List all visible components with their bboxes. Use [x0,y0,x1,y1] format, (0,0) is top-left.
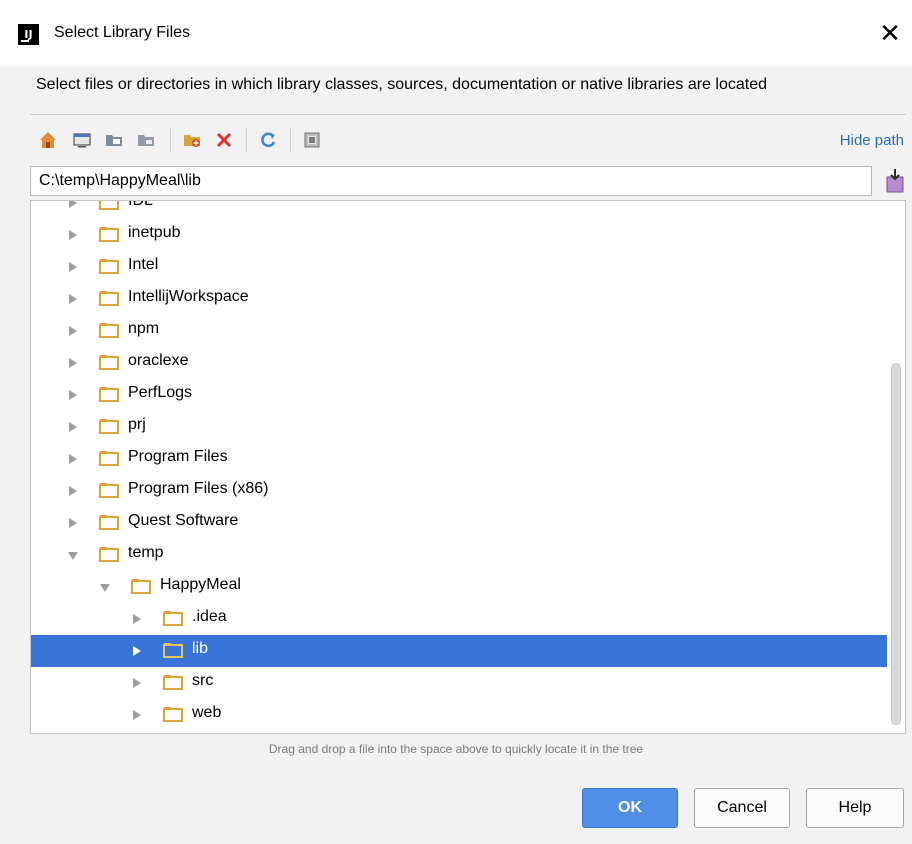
tree-row[interactable]: oraclexe [31,347,887,379]
folder-icon [99,355,119,370]
toolbar-separator [290,128,291,152]
tree-row[interactable]: Program Files [31,443,887,475]
expand-arrow-right-icon[interactable] [69,326,77,336]
project-folder-icon[interactable] [102,128,126,152]
tree-row[interactable]: Intel [31,251,887,283]
tree-item-label: Intel [128,256,159,273]
toolbar-separator [170,128,171,152]
tree-item-label: IntellijWorkspace [128,288,249,305]
show-hidden-icon[interactable] [300,128,324,152]
folder-icon [99,547,119,562]
tree-row[interactable]: IDL [31,200,887,219]
dialog-title: Select Library Files [54,24,191,41]
hide-path-link[interactable]: Hide path [840,132,904,149]
folder-icon [99,323,119,338]
ok-button[interactable]: OK [582,788,678,828]
file-tree[interactable]: IDL inetpub Intel IntellijWorkspace npm oracl… [30,200,906,734]
tree-row[interactable]: PerfLogs [31,379,887,411]
help-button[interactable]: Help [806,788,904,828]
expand-arrow-right-icon[interactable] [133,614,141,624]
expand-arrow-right-icon[interactable] [69,262,77,272]
tree-item-label: PerfLogs [128,384,193,401]
expand-arrow-right-icon[interactable] [69,518,77,528]
intellij-app-icon: IJ [18,24,39,45]
home-icon[interactable] [36,128,60,152]
expand-arrow-right-icon[interactable] [69,358,77,368]
folder-icon [99,201,119,210]
expand-arrow-right-icon[interactable] [69,390,77,400]
expand-arrow-right-icon[interactable] [133,710,141,720]
expand-arrow-right-icon[interactable] [69,230,77,240]
folder-icon [99,515,119,530]
tree-item-label: npm [128,320,160,337]
tree-item-label: Program Files [128,448,228,465]
title-bar: IJ Select Library Files ✕ [0,0,912,66]
folder-icon [99,259,119,274]
tree-row[interactable]: temp [31,539,887,571]
tree-item-label: HappyMeal [160,576,241,593]
expand-arrow-right-icon[interactable] [69,201,77,208]
refresh-icon[interactable] [256,128,280,152]
folder-icon [99,291,119,306]
tree-item-label: web [192,704,222,721]
toolbar-separator [246,128,247,152]
folder-icon [163,611,183,626]
tree-item-label: lib [192,640,209,657]
tree-item-label: IDL [128,200,153,209]
expand-arrow-right-icon[interactable] [69,422,77,432]
dialog-description: Select files or directories in which lib… [36,76,767,93]
expand-arrow-right-icon[interactable] [69,294,77,304]
expand-arrow-right-icon[interactable] [133,646,141,656]
delete-icon[interactable] [212,128,236,152]
tree-row[interactable]: lib [31,635,887,667]
folder-icon [99,419,119,434]
tree-row[interactable]: npm [31,315,887,347]
tree-item-label: Program Files (x86) [128,480,269,497]
tree-row[interactable]: HappyMeal [31,571,887,603]
expand-arrow-right-icon[interactable] [133,678,141,688]
new-folder-icon[interactable] [180,128,204,152]
desktop-icon[interactable] [70,128,94,152]
path-field[interactable] [30,166,872,196]
tree-item-label: .idea [192,608,227,625]
cancel-button[interactable]: Cancel [694,788,790,828]
folder-icon [99,483,119,498]
folder-icon [99,227,119,242]
folder-icon [163,707,183,722]
tree-item-label: temp [128,544,164,561]
expand-arrow-down-icon[interactable] [68,552,78,560]
tree-row[interactable]: Quest Software [31,507,887,539]
tree-item-label: prj [128,416,146,433]
tree-item-label: inetpub [128,224,181,241]
tree-item-label: oraclexe [128,352,189,369]
scrollbar-thumb[interactable] [891,363,901,725]
folder-icon [163,643,183,658]
folder-icon [99,387,119,402]
vertical-scrollbar[interactable] [887,201,905,733]
tree-row[interactable]: web [31,699,887,731]
close-button[interactable]: ✕ [872,16,908,52]
path-go-icon[interactable] [884,168,906,194]
toolbar: Hide path [30,124,906,158]
tree-row[interactable]: src [31,667,887,699]
tree-row[interactable]: prj [31,411,887,443]
expand-arrow-down-icon[interactable] [100,584,110,592]
tree-row[interactable]: .idea [31,603,887,635]
tree-item-label: Quest Software [128,512,239,529]
expand-arrow-right-icon[interactable] [69,454,77,464]
folder-icon [131,579,151,594]
tree-row[interactable]: Program Files (x86) [31,475,887,507]
module-folder-icon[interactable] [134,128,158,152]
tree-row[interactable]: IntellijWorkspace [31,283,887,315]
folder-icon [99,451,119,466]
folder-icon [163,675,183,690]
tree-row[interactable]: inetpub [31,219,887,251]
drag-drop-hint: Drag and drop a file into the space abov… [268,742,644,756]
divider [30,114,906,115]
expand-arrow-right-icon[interactable] [69,486,77,496]
tree-item-label: src [192,672,214,689]
